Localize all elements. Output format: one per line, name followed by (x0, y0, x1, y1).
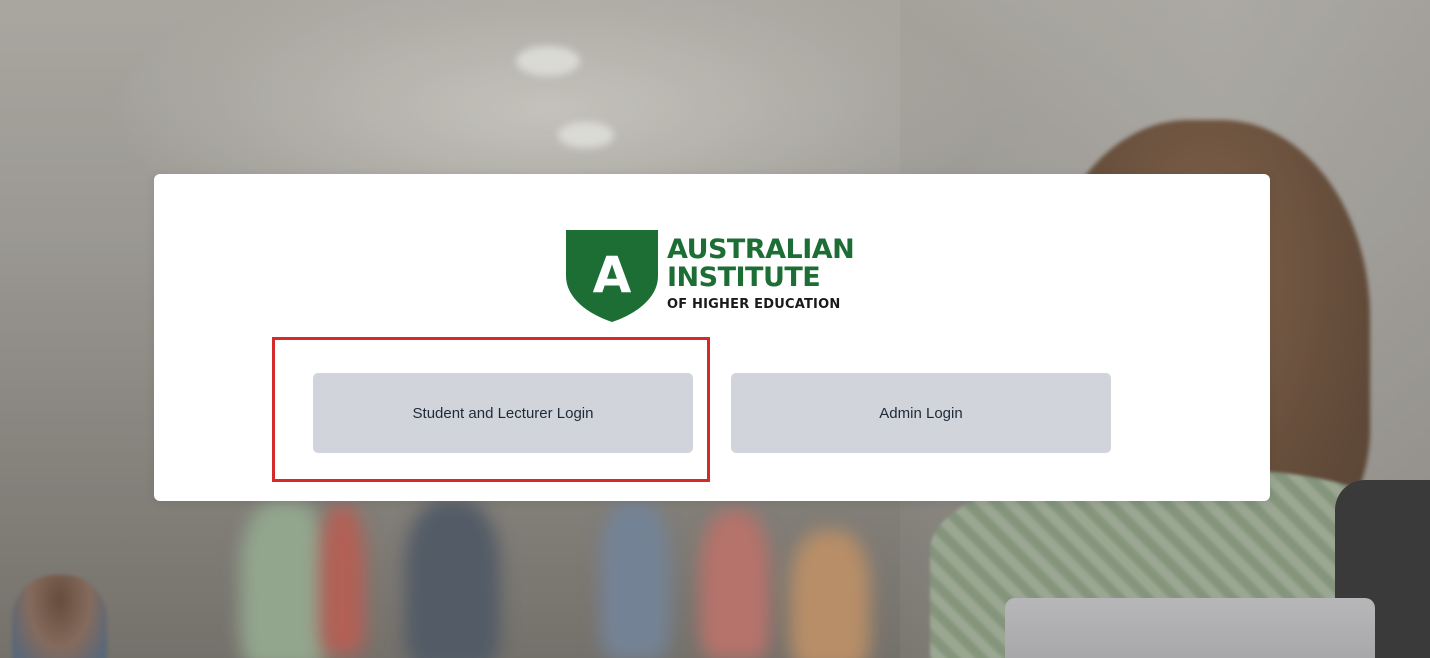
logo-line-australian: AUSTRALIAN (667, 234, 855, 265)
logo-line-institute: INSTITUTE (667, 262, 821, 293)
logo-wordmark: AUSTRALIAN INSTITUTE OF HIGHER EDUCATION (667, 236, 859, 313)
shield-letter: A (593, 246, 632, 304)
logo-line-higher-education: OF HIGHER EDUCATION (667, 297, 841, 312)
institute-logo: A AUSTRALIAN INSTITUTE OF HIGHER EDUCATI… (566, 230, 858, 322)
login-card: A AUSTRALIAN INSTITUTE OF HIGHER EDUCATI… (154, 174, 1270, 501)
shield-logo-icon: A (566, 230, 658, 322)
admin-login-button[interactable]: Admin Login (731, 373, 1111, 453)
student-and-lecturer-login-button[interactable]: Student and Lecturer Login (313, 373, 693, 453)
